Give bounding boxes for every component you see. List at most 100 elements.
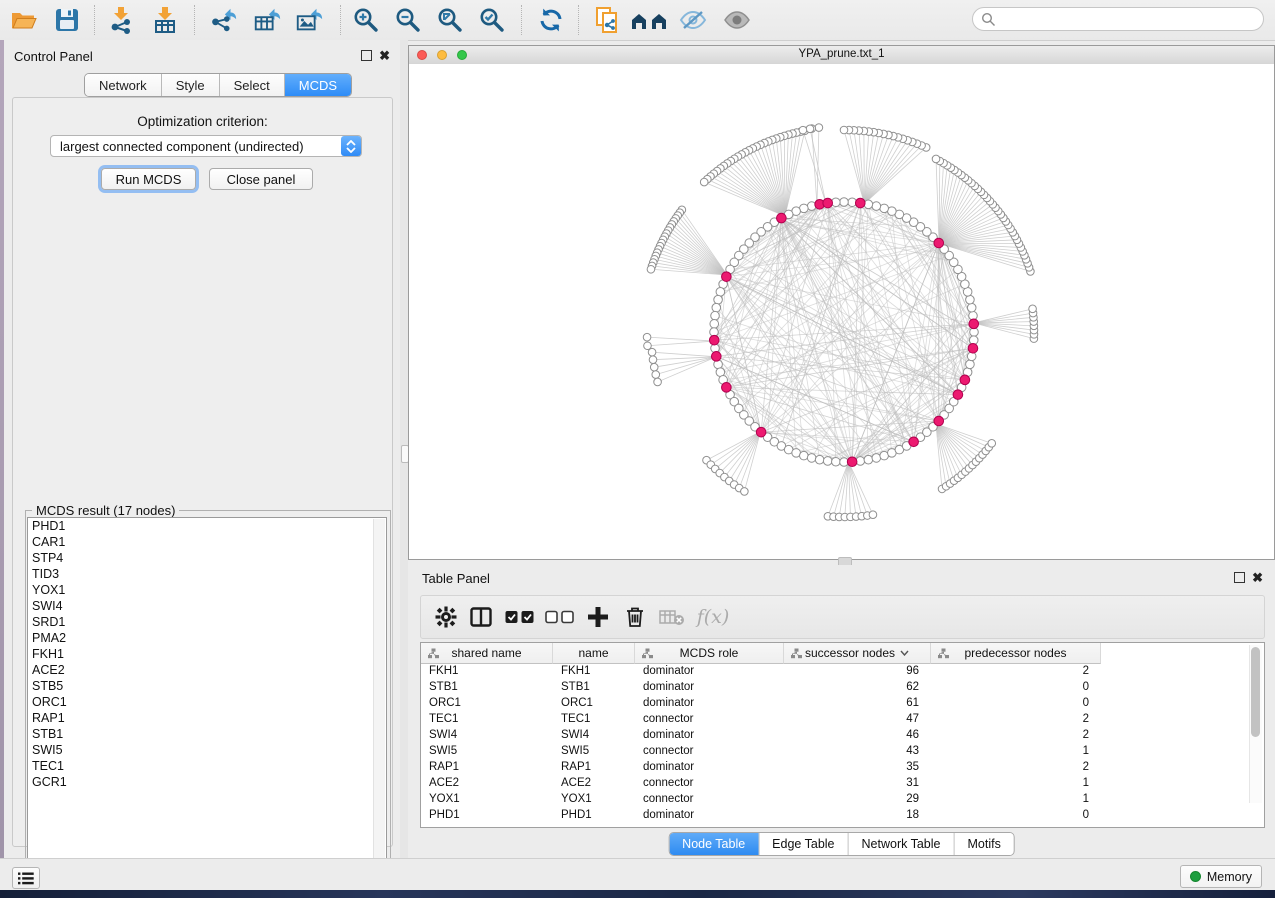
network-canvas[interactable] bbox=[409, 64, 1274, 559]
zoom-fit-icon[interactable] bbox=[435, 6, 465, 34]
result-item[interactable]: CAR1 bbox=[28, 534, 386, 550]
mcds-result-group: MCDS result (17 nodes) PHD1CAR1STP4TID3Y… bbox=[25, 510, 391, 876]
network-titlebar[interactable]: YPA_prune.txt_1 bbox=[409, 46, 1274, 65]
result-item[interactable]: SRD1 bbox=[28, 614, 386, 630]
tab-motifs[interactable]: Motifs bbox=[954, 833, 1013, 855]
table-row[interactable]: ORC1ORC1dominator610 bbox=[421, 696, 1264, 712]
tab-select[interactable]: Select bbox=[220, 74, 285, 96]
float-panel-icon[interactable] bbox=[1234, 572, 1245, 583]
delete-column-trash-icon[interactable] bbox=[621, 601, 649, 633]
table-row[interactable]: STB1STB1dominator620 bbox=[421, 680, 1264, 696]
result-item[interactable]: RAP1 bbox=[28, 710, 386, 726]
cell: 1 bbox=[931, 792, 1101, 808]
delete-table-icon[interactable] bbox=[657, 601, 687, 633]
show-panels-button[interactable] bbox=[12, 867, 40, 889]
status-bar: Memory bbox=[0, 858, 1275, 891]
search-input[interactable] bbox=[1000, 11, 1263, 27]
cell: 1 bbox=[931, 744, 1101, 760]
table-row[interactable]: SWI4SWI4dominator462 bbox=[421, 728, 1264, 744]
cell: TEC1 bbox=[553, 712, 635, 728]
cell: 29 bbox=[784, 792, 931, 808]
tab-network[interactable]: Network bbox=[85, 74, 162, 96]
result-item[interactable]: TID3 bbox=[28, 566, 386, 582]
close-panel-icon[interactable]: ✖ bbox=[1252, 572, 1263, 583]
cell: PHD1 bbox=[553, 808, 635, 824]
cell: YOX1 bbox=[553, 792, 635, 808]
tab-edge-table[interactable]: Edge Table bbox=[759, 833, 848, 855]
select-all-checks-icon[interactable] bbox=[503, 601, 537, 633]
show-all-icon[interactable] bbox=[722, 6, 752, 34]
column-header-predecessor-nodes[interactable]: predecessor nodes bbox=[931, 643, 1101, 664]
export-table-icon[interactable] bbox=[252, 6, 282, 34]
result-item[interactable]: SWI4 bbox=[28, 598, 386, 614]
scrollbar-thumb[interactable] bbox=[1251, 647, 1260, 737]
vertical-splitter[interactable] bbox=[400, 40, 408, 858]
cell: connector bbox=[635, 744, 784, 760]
tab-network-table[interactable]: Network Table bbox=[849, 833, 955, 855]
table-row[interactable]: TEC1TEC1connector472 bbox=[421, 712, 1264, 728]
table-row[interactable]: FKH1FKH1dominator962 bbox=[421, 664, 1264, 680]
float-panel-icon[interactable] bbox=[361, 50, 372, 61]
result-item[interactable]: ACE2 bbox=[28, 662, 386, 678]
mcds-result-list[interactable]: PHD1CAR1STP4TID3YOX1SWI4SRD1PMA2FKH1ACE2… bbox=[27, 517, 387, 872]
zoom-selected-icon[interactable] bbox=[477, 6, 507, 34]
table-row[interactable]: ACE2ACE2connector311 bbox=[421, 776, 1264, 792]
refresh-layout-icon[interactable] bbox=[536, 6, 566, 34]
result-item[interactable]: PMA2 bbox=[28, 630, 386, 646]
cell: RAP1 bbox=[421, 760, 553, 776]
column-header-MCDS-role[interactable]: MCDS role bbox=[635, 643, 784, 664]
export-network-icon[interactable] bbox=[208, 6, 238, 34]
function-builder-icon[interactable]: f(x) bbox=[693, 601, 733, 633]
tab-style[interactable]: Style bbox=[162, 74, 220, 96]
result-item[interactable]: TEC1 bbox=[28, 758, 386, 774]
import-network-icon[interactable] bbox=[106, 6, 136, 34]
column-header-name[interactable]: name bbox=[553, 643, 635, 664]
result-item[interactable]: STP4 bbox=[28, 550, 386, 566]
cell: 0 bbox=[931, 696, 1101, 712]
table-scrollbar[interactable] bbox=[1249, 645, 1262, 803]
result-item[interactable]: ORC1 bbox=[28, 694, 386, 710]
result-item[interactable]: FKH1 bbox=[28, 646, 386, 662]
import-table-icon[interactable] bbox=[150, 6, 180, 34]
column-browser-icon[interactable] bbox=[467, 601, 495, 633]
zoom-in-icon[interactable] bbox=[351, 6, 381, 34]
result-item[interactable]: SWI5 bbox=[28, 742, 386, 758]
close-panel-button[interactable]: Close panel bbox=[209, 168, 313, 190]
toolbar-separator bbox=[340, 5, 341, 35]
add-column-icon[interactable] bbox=[583, 601, 613, 633]
result-item[interactable]: GCR1 bbox=[28, 774, 386, 790]
table-row[interactable]: PHD1PHD1dominator180 bbox=[421, 808, 1264, 824]
export-image-icon[interactable] bbox=[294, 6, 324, 34]
duplicate-network-icon[interactable] bbox=[592, 6, 622, 34]
deselect-all-checks-icon[interactable] bbox=[543, 601, 577, 633]
cell: SWI4 bbox=[553, 728, 635, 744]
memory-status-icon bbox=[1190, 871, 1201, 882]
column-header-shared-name[interactable]: shared name bbox=[421, 643, 553, 664]
cell: 0 bbox=[931, 808, 1101, 824]
result-item[interactable]: YOX1 bbox=[28, 582, 386, 598]
save-session-icon[interactable] bbox=[52, 6, 82, 34]
tab-mcds[interactable]: MCDS bbox=[285, 74, 351, 96]
cell: SWI4 bbox=[421, 728, 553, 744]
tab-node-table[interactable]: Node Table bbox=[669, 833, 759, 855]
open-file-icon[interactable] bbox=[8, 6, 38, 34]
first-neighbors-icon[interactable] bbox=[630, 6, 670, 34]
result-item[interactable]: STB5 bbox=[28, 678, 386, 694]
table-row[interactable]: YOX1YOX1connector291 bbox=[421, 792, 1264, 808]
table-row[interactable]: SWI5SWI5connector431 bbox=[421, 744, 1264, 760]
result-item[interactable]: PHD1 bbox=[28, 518, 386, 534]
hide-selected-icon[interactable] bbox=[678, 6, 708, 34]
criterion-dropdown[interactable]: largest connected component (undirected) bbox=[50, 135, 362, 157]
run-mcds-button[interactable]: Run MCDS bbox=[101, 168, 196, 190]
search-box[interactable] bbox=[972, 7, 1264, 31]
application-window: Control Panel ✖ NetworkStyleSelectMCDS O… bbox=[0, 0, 1275, 898]
network-graph[interactable] bbox=[409, 64, 1274, 559]
zoom-out-icon[interactable] bbox=[393, 6, 423, 34]
result-list-scrollbar[interactable] bbox=[373, 519, 385, 870]
table-options-gear-icon[interactable] bbox=[433, 601, 459, 633]
column-header-successor-nodes[interactable]: successor nodes bbox=[784, 643, 931, 664]
result-item[interactable]: STB1 bbox=[28, 726, 386, 742]
memory-button[interactable]: Memory bbox=[1180, 865, 1262, 888]
close-panel-icon[interactable]: ✖ bbox=[379, 50, 390, 61]
table-row[interactable]: RAP1RAP1dominator352 bbox=[421, 760, 1264, 776]
